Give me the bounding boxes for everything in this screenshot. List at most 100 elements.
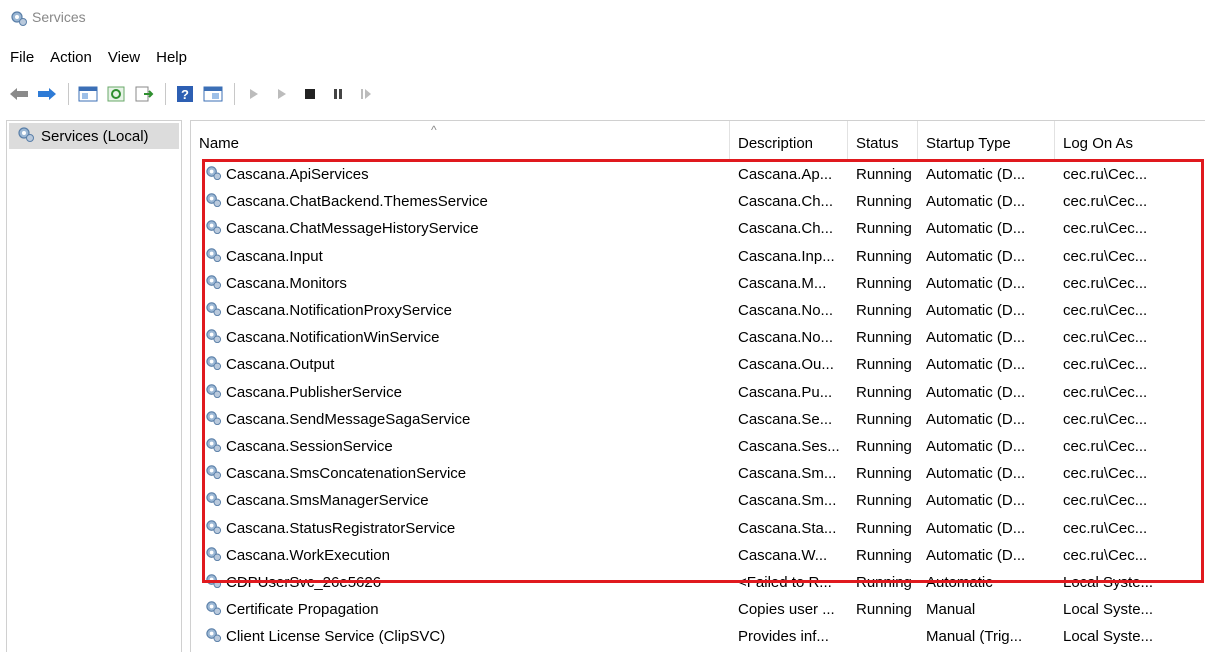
help-icon[interactable]: ?: [172, 81, 198, 107]
service-gear-icon: [205, 436, 222, 457]
cell-status: Running: [856, 410, 912, 428]
back-icon[interactable]: [6, 81, 32, 107]
title-bar: Services: [0, 0, 1205, 36]
services-gear-icon: [10, 9, 28, 31]
forward-icon[interactable]: [34, 81, 60, 107]
cell-status: Running: [856, 193, 912, 211]
tree-item-services-local[interactable]: Services (Local): [9, 123, 179, 149]
table-row[interactable]: Cascana.SmsConcatenationService Cascana.S…: [191, 460, 1205, 487]
cell-name: Cascana.SessionService: [191, 436, 730, 457]
table-row[interactable]: Cascana.Input Cascana.Inp... Running Automa…: [191, 243, 1205, 270]
service-gear-icon: [205, 626, 222, 647]
service-name: Cascana.PublisherService: [226, 383, 402, 401]
resume-icon[interactable]: [353, 81, 379, 107]
cell-log-on-as: cec.ru\Cec...: [1063, 410, 1148, 428]
cell-name: Cascana.ApiServices: [191, 164, 730, 185]
service-name: Cascana.ChatMessageHistoryService: [226, 220, 479, 238]
cell-startup-type: Manual (Trig...: [926, 628, 1023, 646]
refresh-icon[interactable]: [103, 81, 129, 107]
service-rows: Cascana.ApiServices Cascana.Ap... Running A…: [191, 161, 1205, 650]
properties-icon[interactable]: [200, 81, 226, 107]
show-tree-icon[interactable]: [75, 81, 101, 107]
menu-action[interactable]: Action: [42, 46, 100, 72]
table-row[interactable]: Cascana.ChatMessageHistoryService Cascana…: [191, 215, 1205, 242]
cell-name: CDPUserSvc_26e5626: [191, 572, 730, 593]
cell-description: Cascana.Ses...: [738, 437, 840, 455]
table-row[interactable]: Certificate Propagation Copies user ... Ru…: [191, 596, 1205, 623]
cell-startup-type: Automatic (D...: [926, 356, 1026, 374]
column-header-label: Status: [856, 135, 899, 152]
cell-startup-type: Automatic (D...: [926, 546, 1026, 564]
cell-description: Cascana.Se...: [738, 410, 833, 428]
column-header-name[interactable]: ^ Name: [191, 121, 730, 159]
column-header-log-on-as[interactable]: Log On As: [1055, 121, 1205, 159]
table-row[interactable]: Cascana.Output Cascana.Ou... Running Automa…: [191, 351, 1205, 378]
service-gear-icon: [205, 218, 222, 239]
table-row[interactable]: Cascana.SmsManagerService Cascana.Sm... Ru…: [191, 487, 1205, 514]
service-name: Cascana.Monitors: [226, 274, 347, 292]
column-header-label: Log On As: [1063, 135, 1134, 152]
window-title: Services: [32, 9, 86, 25]
table-row[interactable]: Cascana.PublisherService Cascana.Pu... Run…: [191, 379, 1205, 406]
service-gear-icon: [205, 382, 222, 403]
cell-name: Cascana.Output: [191, 354, 730, 375]
cell-description: Cascana.Inp...: [738, 247, 835, 265]
toolbar-separator: [68, 83, 69, 105]
column-header-description[interactable]: Description: [730, 121, 848, 159]
service-gear-icon: [205, 191, 222, 212]
menu-file[interactable]: File: [0, 46, 42, 72]
column-header-startup-type[interactable]: Startup Type: [918, 121, 1055, 159]
table-row[interactable]: Cascana.NotificationWinService Cascana.No…: [191, 324, 1205, 351]
cell-name: Certificate Propagation: [191, 599, 730, 620]
svg-text:?: ?: [181, 87, 189, 102]
start-alt-icon[interactable]: [269, 81, 295, 107]
table-row[interactable]: Cascana.Monitors Cascana.M... Running Autom…: [191, 270, 1205, 297]
service-gear-icon: [205, 518, 222, 539]
tree-item-label: Services (Local): [41, 127, 149, 145]
stop-icon[interactable]: [297, 81, 323, 107]
table-row[interactable]: Cascana.SessionService Cascana.Ses... Runn…: [191, 433, 1205, 460]
table-row[interactable]: Cascana.NotificationProxyService Cascana.…: [191, 297, 1205, 324]
table-row[interactable]: Cascana.ChatBackend.ThemesService Cascana…: [191, 188, 1205, 215]
cell-startup-type: Automatic (D...: [926, 519, 1026, 537]
service-name: Cascana.Output: [226, 356, 335, 374]
cell-name: Cascana.WorkExecution: [191, 545, 730, 566]
service-gear-icon: [205, 246, 222, 267]
service-name: Client License Service (ClipSVC): [226, 628, 446, 646]
table-row[interactable]: Cascana.ApiServices Cascana.Ap... Running A…: [191, 161, 1205, 188]
cell-log-on-as: cec.ru\Cec...: [1063, 519, 1148, 537]
service-gear-icon: [205, 327, 222, 348]
cell-startup-type: Automatic (D...: [926, 220, 1026, 238]
column-header-status[interactable]: Status: [848, 121, 918, 159]
table-row[interactable]: Cascana.StatusRegistratorService Cascana.…: [191, 514, 1205, 541]
cell-log-on-as: cec.ru\Cec...: [1063, 302, 1148, 320]
cell-startup-type: Manual: [926, 601, 976, 619]
menu-view[interactable]: View: [100, 46, 148, 72]
cell-log-on-as: cec.ru\Cec...: [1063, 220, 1148, 238]
export-icon[interactable]: [131, 81, 157, 107]
table-row[interactable]: CDPUserSvc_26e5626 <Failed to R... Running…: [191, 569, 1205, 596]
cell-log-on-as: cec.ru\Cec...: [1063, 193, 1148, 211]
cell-name: Cascana.NotificationProxyService: [191, 300, 730, 321]
cell-description: Cascana.No...: [738, 329, 834, 347]
cell-startup-type: Automatic (D...: [926, 247, 1026, 265]
cell-description: Copies user ...: [738, 601, 835, 619]
service-gear-icon: [205, 164, 222, 185]
cell-log-on-as: Local Syste...: [1063, 573, 1154, 591]
start-icon[interactable]: [241, 81, 267, 107]
cell-description: Cascana.M...: [738, 274, 827, 292]
pause-icon[interactable]: [325, 81, 351, 107]
cell-log-on-as: cec.ru\Cec...: [1063, 329, 1148, 347]
cell-description: Provides inf...: [738, 628, 829, 646]
cell-startup-type: Automatic: [926, 573, 993, 591]
table-row[interactable]: Client License Service (ClipSVC) Provides…: [191, 623, 1205, 650]
table-row[interactable]: Cascana.WorkExecution Cascana.W... Running…: [191, 542, 1205, 569]
cell-status: Running: [856, 166, 912, 184]
service-name: Cascana.SessionService: [226, 437, 393, 455]
cell-log-on-as: cec.ru\Cec...: [1063, 247, 1148, 265]
table-row[interactable]: Cascana.SendMessageSagaService Cascana.Se…: [191, 406, 1205, 433]
menu-help[interactable]: Help: [148, 46, 195, 72]
cell-name: Cascana.ChatBackend.ThemesService: [191, 191, 730, 212]
cell-log-on-as: cec.ru\Cec...: [1063, 274, 1148, 292]
cell-log-on-as: Local Syste...: [1063, 628, 1154, 646]
